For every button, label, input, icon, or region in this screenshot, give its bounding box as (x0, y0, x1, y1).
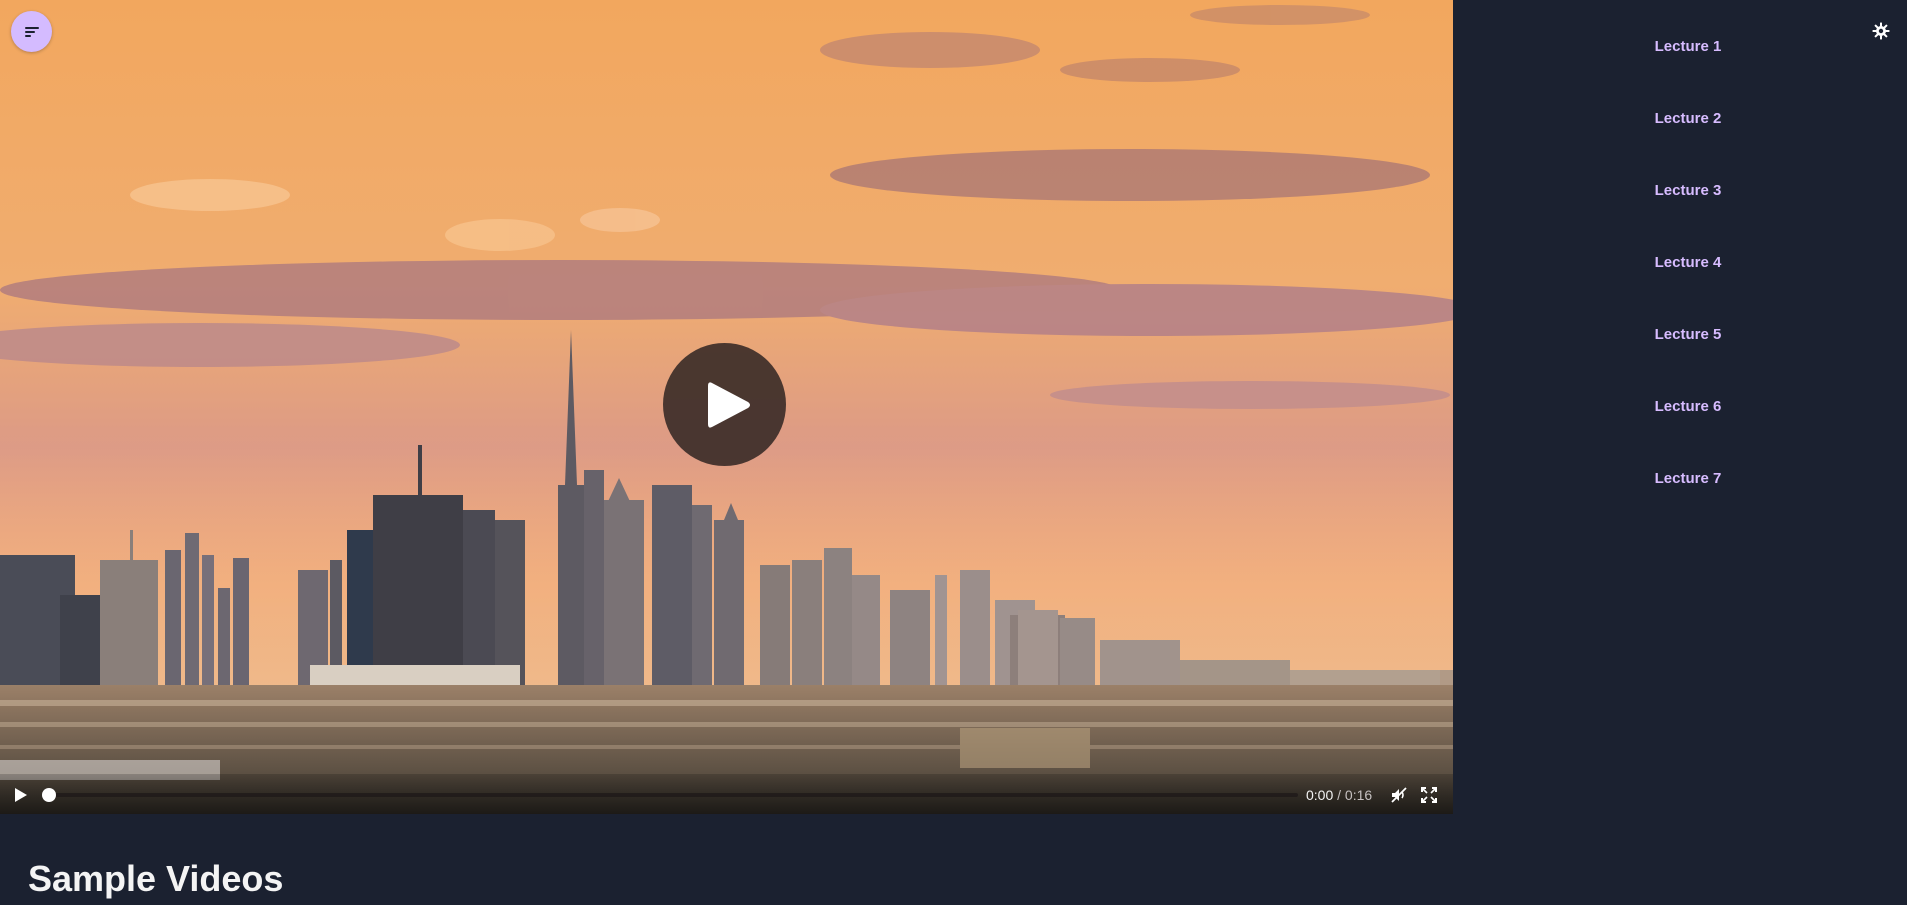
page-title: Sample Videos (28, 858, 284, 899)
fullscreen-icon (1421, 787, 1437, 803)
menu-icon (24, 25, 40, 39)
progress-bar[interactable] (48, 793, 1298, 797)
mute-button[interactable] (1389, 785, 1409, 805)
menu-button[interactable] (11, 11, 52, 52)
current-time: 0:00 (1306, 787, 1334, 803)
video-player[interactable]: 0:00 / 0:16 (0, 0, 1453, 814)
duration: 0:16 (1344, 787, 1373, 803)
muted-icon (1390, 786, 1408, 804)
play-button[interactable] (11, 785, 31, 805)
play-icon (706, 380, 752, 430)
lecture-item-4[interactable]: Lecture 4 (1453, 252, 1907, 324)
lecture-item-7[interactable]: Lecture 7 (1453, 468, 1907, 540)
lecture-item-1[interactable]: Lecture 1 (1453, 36, 1907, 108)
lecture-item-3[interactable]: Lecture 3 (1453, 180, 1907, 252)
lecture-sidebar: Lecture 1 Lecture 2 Lecture 3 Lecture 4 … (1453, 0, 1907, 905)
time-separator: / (1337, 787, 1342, 803)
lecture-list: Lecture 1 Lecture 2 Lecture 3 Lecture 4 … (1453, 36, 1907, 540)
progress-thumb[interactable] (42, 788, 56, 802)
app-root: 0:00 / 0:16 Lecture 1 Lecture 2 Lecture … (0, 0, 1907, 905)
video-controls: 0:00 / 0:16 (0, 774, 1453, 814)
fullscreen-button[interactable] (1419, 785, 1439, 805)
time-display: 0:00 / 0:16 (1306, 787, 1372, 803)
lecture-item-5[interactable]: Lecture 5 (1453, 324, 1907, 396)
big-play-button[interactable] (663, 343, 786, 466)
play-icon (14, 787, 28, 803)
lecture-item-2[interactable]: Lecture 2 (1453, 108, 1907, 180)
lecture-item-6[interactable]: Lecture 6 (1453, 396, 1907, 468)
